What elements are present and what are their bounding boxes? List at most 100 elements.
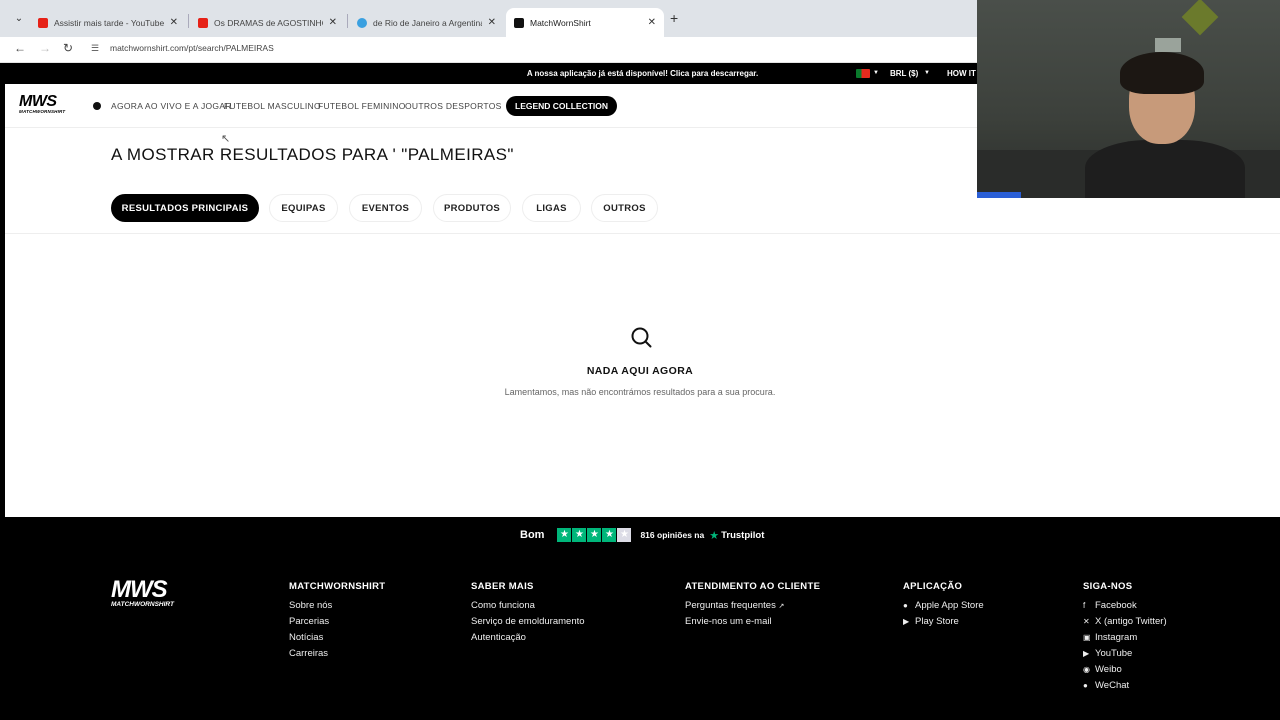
browser-tab-youtube-video[interactable]: Os DRAMAS de AGOSTINHO C ✕ (190, 8, 345, 37)
rating-word: Bom (520, 529, 545, 541)
footer-link-how-it-works[interactable]: Como funciona (471, 600, 585, 616)
footer-link-facebook[interactable]: f Facebook (1083, 600, 1167, 616)
taskbar-strip (977, 192, 1021, 198)
close-tab-icon[interactable]: ✕ (329, 17, 337, 28)
tab-title: Os DRAMAS de AGOSTINHO C (214, 17, 323, 28)
nav-live[interactable]: AGORA AO VIVO E A JOGAR (111, 101, 232, 111)
trustpilot-widget[interactable]: Bom ★ ★ ★ ★ ★ 816 opiniões na ★ Trustpil… (520, 528, 764, 542)
star-icon: ★ (572, 528, 587, 542)
footer-link-faq[interactable]: Perguntas frequentes ↗ (685, 600, 820, 616)
footer-column-learn-more: SABER MAIS Como funciona Serviço de emol… (471, 581, 585, 648)
close-tab-icon[interactable]: ✕ (488, 17, 496, 28)
empty-state-message: Lamentamos, mas não encontrámos resultad… (504, 387, 776, 397)
play-icon: ▶ (903, 617, 910, 626)
trustpilot-logo: Trustpilot (721, 529, 765, 541)
url-field[interactable]: matchwornshirt.com/pt/search/PALMEIRAS (110, 43, 274, 53)
footer-link-authentication[interactable]: Autenticação (471, 632, 585, 648)
footer-link-play-store[interactable]: ▶ Play Store (903, 616, 984, 632)
logo-wordmark: MATCHWORNSHIRT (111, 601, 174, 608)
footer-link-framing[interactable]: Serviço de emolduramento (471, 616, 585, 632)
facebook-icon: f (1083, 601, 1086, 610)
footer-column-customer-service: ATENDIMENTO AO CLIENTE Perguntas frequen… (685, 581, 820, 632)
star-icon: ★ (602, 528, 617, 542)
tab-main-results[interactable]: RESULTADOS PRINCIPAIS (111, 194, 259, 222)
footer-link-about[interactable]: Sobre nós (289, 600, 385, 616)
back-icon[interactable]: ← (14, 41, 26, 55)
portugal-flag-icon[interactable] (856, 69, 870, 78)
rating-stars: ★ ★ ★ ★ ★ (557, 528, 632, 542)
footer-link-email[interactable]: Envie-nos um e-mail (685, 616, 820, 632)
page-edge (0, 63, 5, 517)
legend-collection-button[interactable]: LEGEND COLLECTION (506, 96, 618, 116)
currency-selector[interactable]: BRL ($) (890, 69, 918, 78)
new-tab-icon[interactable]: + (670, 10, 678, 26)
nav-mens-football[interactable]: FUTEBOL MASCULINO (224, 101, 321, 111)
tab-title: de Rio de Janeiro a Argentina | (373, 17, 482, 28)
star-icon: ★ (617, 528, 632, 542)
footer-link-youtube[interactable]: ▶ YouTube (1083, 648, 1167, 664)
footer-heading: MATCHWORNSHIRT (289, 581, 386, 592)
mws-logo[interactable]: MWS MATCHWORNSHIRT (19, 93, 75, 115)
tab-teams[interactable]: EQUIPAS (269, 194, 338, 222)
site-info-icon[interactable]: ☰ (91, 43, 99, 54)
app-store-label: Apple App Store (915, 600, 984, 611)
person-hair (1120, 52, 1204, 94)
browser-tab-youtube-watch-later[interactable]: Assistir mais tarde - YouTube ✕ (30, 8, 186, 37)
apple-icon: ● (903, 601, 908, 610)
weibo-label: Weibo (1095, 664, 1122, 675)
youtube-icon (198, 17, 208, 28)
mws-icon (514, 17, 524, 28)
tab-events[interactable]: EVENTOS (349, 194, 422, 222)
divider (5, 233, 1280, 234)
footer-link-x[interactable]: ✕ X (antigo Twitter) (1083, 616, 1167, 632)
live-indicator-icon (93, 102, 101, 110)
footer-link-careers[interactable]: Carreiras (289, 648, 385, 664)
tab-others[interactable]: OUTROS (591, 194, 658, 222)
close-tab-icon[interactable]: ✕ (648, 17, 656, 28)
footer-link-partners[interactable]: Parcerias (289, 616, 385, 632)
play-store-label: Play Store (915, 616, 959, 627)
footer-link-wechat[interactable]: ● WeChat (1083, 680, 1167, 696)
nav-other-sports[interactable]: OUTROS DESPORTOS (405, 101, 502, 111)
tab-leagues[interactable]: LIGAS (522, 194, 581, 222)
footer-column-matchwornshirt: MATCHWORNSHIRT Sobre nós Parcerias Notíc… (289, 581, 385, 664)
browser-tab-matchwornshirt[interactable]: MatchWornShirt ✕ (506, 8, 664, 37)
external-link-icon: ↗ (778, 603, 785, 610)
search-icon (631, 327, 652, 348)
forward-icon[interactable]: → (39, 41, 51, 55)
tab-search-chevron-icon[interactable]: ⌄ (10, 10, 28, 28)
logo-mark: MWS (111, 576, 168, 603)
chevron-down-icon: ▼ (873, 70, 879, 76)
nav-womens-football[interactable]: FUTEBOL FEMININO (318, 101, 406, 111)
star-icon: ★ (587, 528, 602, 542)
footer-column-follow: SIGA-NOS f Facebook ✕ X (antigo Twitter) ▣… (1083, 581, 1167, 696)
wechat-label: WeChat (1095, 680, 1130, 691)
footer-heading: SABER MAIS (471, 581, 534, 592)
x-label: X (antigo Twitter) (1095, 616, 1167, 627)
logo-mark: MWS (19, 93, 57, 110)
wall-poster (1155, 38, 1181, 52)
footer-link-news[interactable]: Notícias (289, 632, 385, 648)
page-title: A MOSTRAR RESULTADOS PARA ' "PALMEIRAS" (111, 145, 514, 164)
youtube-icon: ▶ (1083, 649, 1090, 658)
chevron-down-icon: ▼ (924, 70, 930, 76)
trustpilot-star-icon: ★ (709, 529, 720, 542)
close-tab-icon[interactable]: ✕ (170, 17, 178, 28)
footer-logo[interactable]: MWS MATCHWORNSHIRT (111, 576, 174, 609)
footer-link-app-store[interactable]: ● Apple App Store (903, 600, 984, 616)
tab-products[interactable]: PRODUTOS (433, 194, 511, 222)
star-icon: ★ (557, 528, 572, 542)
footer-heading: ATENDIMENTO AO CLIENTE (685, 581, 821, 592)
footer: Bom ★ ★ ★ ★ ★ 816 opiniões na ★ Trustpil… (0, 517, 1280, 720)
footer-heading: SIGA-NOS (1083, 581, 1133, 592)
browser-tab-travel[interactable]: de Rio de Janeiro a Argentina | ✕ (349, 8, 504, 37)
wechat-icon: ● (1083, 681, 1088, 690)
reload-icon[interactable]: ↻ (63, 41, 73, 55)
footer-column-app: APLICAÇÃO ● Apple App Store ▶ Play Store (903, 581, 984, 632)
tab-title: MatchWornShirt (530, 17, 591, 28)
youtube-label: YouTube (1095, 648, 1133, 659)
faq-label: Perguntas frequentes (685, 600, 776, 611)
footer-link-instagram[interactable]: ▣ Instagram (1083, 632, 1167, 648)
footer-heading: APLICAÇÃO (903, 581, 963, 592)
footer-link-weibo[interactable]: ◉ Weibo (1083, 664, 1167, 680)
